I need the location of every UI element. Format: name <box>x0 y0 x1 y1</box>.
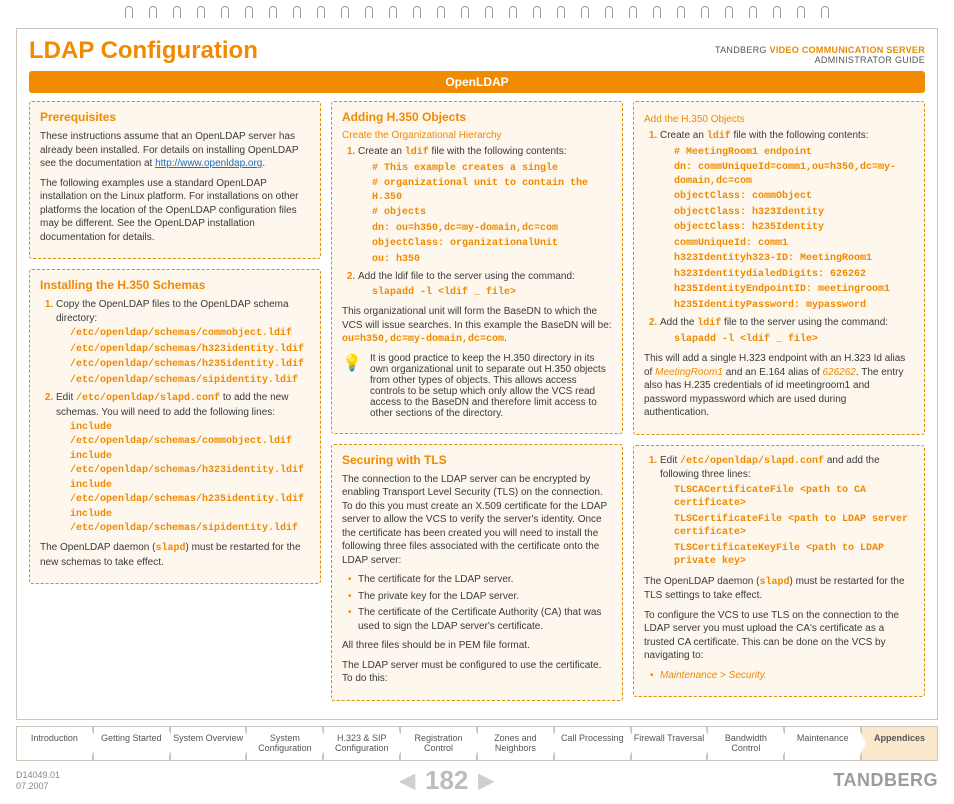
panel-securing-tls-right: Edit /etc/openldap/slapd.conf and add th… <box>633 445 925 698</box>
tls-title: Securing with TLS <box>342 453 612 467</box>
tab-firewall-traversal[interactable]: Firewall Traversal <box>631 726 708 762</box>
page-frame: LDAP Configuration TANDBERG VIDEO COMMUN… <box>16 28 938 720</box>
bottom-nav: Introduction Getting Started System Over… <box>16 726 938 762</box>
tip-box: 💡 It is good practice to keep the H.350 … <box>342 353 612 419</box>
tab-bandwidth-control[interactable]: Bandwidth Control <box>707 726 784 762</box>
maintenance-security-link[interactable]: Maintenance > Security. <box>660 670 767 681</box>
page-number: 182 <box>425 765 468 796</box>
tab-getting-started[interactable]: Getting Started <box>93 726 170 762</box>
header-product: TANDBERG VIDEO COMMUNICATION SERVER ADMI… <box>715 45 925 65</box>
lightbulb-icon: 💡 <box>342 353 362 419</box>
tab-call-processing[interactable]: Call Processing <box>554 726 631 762</box>
column-left: Prerequisites These instructions assume … <box>29 101 321 711</box>
panel-prerequisites: Prerequisites These instructions assume … <box>29 101 321 259</box>
section-bar: OpenLDAP <box>29 71 925 93</box>
doc-id: D14049.01 07.2007 <box>16 770 60 792</box>
panel-adding-objects: Adding H.350 Objects Create the Organiza… <box>331 101 623 434</box>
column-middle: Adding H.350 Objects Create the Organiza… <box>331 101 623 711</box>
panel-add-h350-objects: Add the H.350 Objects Create an ldif fil… <box>633 101 925 435</box>
openldap-link[interactable]: http://www.openldap.org <box>155 158 262 169</box>
tab-maintenance[interactable]: Maintenance <box>784 726 861 762</box>
brand-logo: TANDBERG <box>833 770 938 791</box>
install-title: Installing the H.350 Schemas <box>40 278 310 292</box>
tab-introduction[interactable]: Introduction <box>16 726 93 762</box>
tab-appendices[interactable]: Appendices <box>861 726 938 762</box>
tab-registration-control[interactable]: Registration Control <box>400 726 477 762</box>
tab-system-configuration[interactable]: System Configuration <box>246 726 323 762</box>
spiral-binding <box>0 0 954 24</box>
tab-system-overview[interactable]: System Overview <box>170 726 247 762</box>
page-footer: D14049.01 07.2007 ◀ 182 ▶ TANDBERG <box>16 765 938 796</box>
page-header: LDAP Configuration TANDBERG VIDEO COMMUN… <box>29 37 925 65</box>
tab-zones-neighbors[interactable]: Zones and Neighbors <box>477 726 554 762</box>
pager: ◀ 182 ▶ <box>400 765 494 796</box>
panel-securing-tls-left: Securing with TLS The connection to the … <box>331 444 623 701</box>
next-page-icon[interactable]: ▶ <box>478 768 493 793</box>
page-title: LDAP Configuration <box>29 37 258 65</box>
prev-page-icon[interactable]: ◀ <box>400 768 415 793</box>
column-right: Add the H.350 Objects Create an ldif fil… <box>633 101 925 711</box>
add-sub1: Create the Organizational Hierarchy <box>342 130 612 141</box>
addobj-sub: Add the H.350 Objects <box>644 114 914 125</box>
tab-h323-sip[interactable]: H.323 & SIP Configuration <box>323 726 400 762</box>
panel-install-schemas: Installing the H.350 Schemas Copy the Op… <box>29 269 321 584</box>
prereq-title: Prerequisites <box>40 110 310 124</box>
add-title: Adding H.350 Objects <box>342 110 612 124</box>
